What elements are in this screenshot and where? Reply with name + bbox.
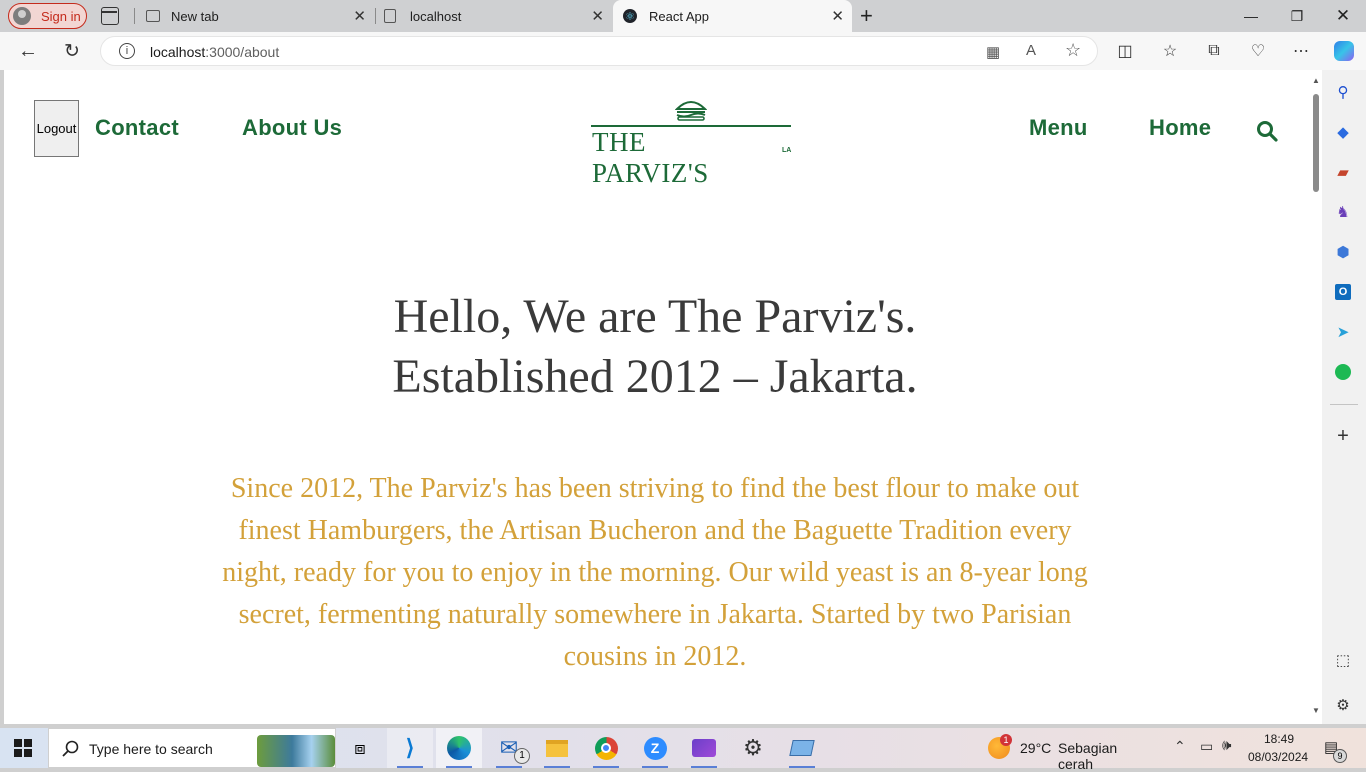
favorites-icon[interactable]: ☆ bbox=[1157, 38, 1183, 64]
page-icon bbox=[384, 9, 396, 23]
scroll-up-icon[interactable]: ▲ bbox=[1312, 76, 1320, 85]
close-tab-icon[interactable]: ✕ bbox=[353, 7, 366, 25]
browser-essentials-icon[interactable]: ♡ bbox=[1245, 38, 1271, 64]
refresh-icon[interactable]: ↻ bbox=[59, 38, 85, 64]
add-icon[interactable]: + bbox=[1333, 425, 1353, 447]
page-icon bbox=[146, 10, 160, 22]
edge-icon[interactable] bbox=[436, 728, 482, 768]
file-explorer-icon[interactable] bbox=[534, 728, 580, 768]
scrollbar-thumb[interactable] bbox=[1313, 94, 1319, 192]
sign-in-label: Sign in bbox=[41, 8, 81, 24]
windows-taskbar: Type here to search ⧈ ⟩ ✉ 1 Z ⚙ 1 29°C S… bbox=[0, 728, 1366, 772]
site-info-icon[interactable]: i bbox=[119, 43, 135, 59]
sidebar-divider bbox=[1330, 404, 1358, 405]
games-icon[interactable]: ♞ bbox=[1333, 202, 1353, 222]
apps-icon[interactable]: ▦ bbox=[986, 43, 1000, 61]
favorite-star-icon[interactable]: ☆ bbox=[1065, 40, 1081, 61]
tab-title: localhost bbox=[410, 8, 462, 24]
new-tab-icon[interactable]: + bbox=[860, 3, 873, 29]
microsoft-365-icon[interactable]: ⬢ bbox=[1333, 242, 1353, 262]
logo-suffix: LA bbox=[782, 147, 792, 154]
url-host: localhost bbox=[150, 44, 206, 60]
url-path: :3000/about bbox=[205, 44, 280, 60]
restore-icon[interactable]: ❐ bbox=[1274, 0, 1320, 32]
story-paragraph: Since 2012, The Parviz's has been strivi… bbox=[222, 473, 1088, 672]
task-view-icon[interactable]: ⧈ bbox=[337, 728, 383, 768]
tab-title: React App bbox=[649, 8, 709, 24]
sign-in-button[interactable]: Sign in bbox=[8, 3, 87, 29]
copilot-icon[interactable] bbox=[1331, 38, 1357, 64]
nav-link-menu[interactable]: Menu bbox=[1029, 115, 1088, 141]
split-screen-icon[interactable]: ◫ bbox=[1112, 38, 1138, 64]
send-icon[interactable]: ➤ bbox=[1333, 322, 1353, 342]
weather-widget[interactable]: 1 29°C Sebagian cerah bbox=[986, 728, 1156, 772]
nav-link-about-us[interactable]: About Us bbox=[242, 115, 342, 141]
weather-badge: 1 bbox=[1000, 734, 1012, 746]
windows-start-icon[interactable] bbox=[0, 728, 46, 768]
logo-text: THE PARVIZ'S bbox=[592, 127, 709, 188]
more-options-icon[interactable]: ⋯ bbox=[1288, 38, 1314, 64]
mail-icon[interactable]: ✉ 1 bbox=[486, 728, 532, 768]
weather-temperature: 29°C bbox=[1020, 740, 1052, 756]
browser-sidebar: ⚲ ◆ ▰ ♞ ⬢ O ➤ + ⬚ ⚙ bbox=[1322, 70, 1366, 724]
volume-icon[interactable]: 🕪 bbox=[1222, 737, 1231, 754]
hero-heading-line-2: Established 2012 – Jakarta. bbox=[392, 350, 918, 403]
battery-icon[interactable]: ▭ bbox=[1200, 738, 1213, 755]
weather-description: Sebagian cerah bbox=[1058, 740, 1118, 772]
vscode-icon[interactable]: ⟩ bbox=[387, 728, 433, 768]
tab-localhost[interactable]: localhost ✕ bbox=[376, 0, 612, 32]
search-icon[interactable] bbox=[1256, 120, 1278, 142]
zoom-icon[interactable]: Z bbox=[632, 728, 678, 768]
show-hidden-icons-icon[interactable]: ⌃ bbox=[1174, 738, 1186, 755]
tab-new-tab[interactable]: New tab ✕ bbox=[136, 0, 374, 32]
browser-tab-strip: Sign in New tab ✕ localhost ✕ ⚛ React Ap… bbox=[0, 0, 1366, 32]
react-icon: ⚛ bbox=[623, 9, 637, 23]
settings-gear-icon[interactable]: ⚙ bbox=[730, 728, 776, 768]
clock-date[interactable]: 08/03/2024 bbox=[1248, 750, 1308, 764]
page-scrollbar[interactable]: ▲ ▼ bbox=[1310, 70, 1322, 724]
shopping-tag-icon[interactable]: ◆ bbox=[1333, 122, 1353, 142]
collections-icon[interactable]: ⧉ bbox=[1201, 38, 1227, 64]
close-tab-icon[interactable]: ✕ bbox=[591, 7, 604, 25]
search-placeholder: Type here to search bbox=[89, 741, 213, 757]
mail-badge: 1 bbox=[514, 748, 530, 764]
app-window-icon[interactable] bbox=[779, 728, 825, 768]
hero-heading-line-1: Hello, We are The Parviz's. bbox=[393, 290, 917, 343]
spotify-icon[interactable] bbox=[1333, 362, 1353, 382]
read-aloud-icon[interactable]: A bbox=[1026, 42, 1036, 59]
notification-count: 9 bbox=[1333, 749, 1347, 763]
scroll-down-icon[interactable]: ▼ bbox=[1312, 706, 1320, 715]
logout-button[interactable]: Logout bbox=[34, 100, 79, 157]
chrome-icon[interactable] bbox=[583, 728, 629, 768]
burger-icon bbox=[675, 101, 707, 121]
tools-icon[interactable]: ▰ bbox=[1333, 162, 1353, 182]
clock-time[interactable]: 18:49 bbox=[1264, 732, 1294, 746]
close-window-icon[interactable]: ✕ bbox=[1320, 0, 1366, 32]
taskbar-search-box[interactable]: Type here to search bbox=[48, 728, 336, 768]
browser-toolbar: ← ↻ i localhost:3000/about ▦ A ☆ ◫ ☆ ⧉ ♡… bbox=[0, 32, 1366, 70]
settings-gear-icon[interactable]: ⚙ bbox=[1333, 695, 1353, 715]
tab-actions-icon[interactable] bbox=[101, 7, 119, 25]
url-text: localhost:3000/about bbox=[150, 44, 279, 60]
tab-react-app[interactable]: ⚛ React App ✕ bbox=[613, 0, 852, 32]
outlook-icon[interactable]: O bbox=[1333, 282, 1353, 302]
close-tab-icon[interactable]: ✕ bbox=[831, 7, 844, 25]
minimize-icon[interactable]: — bbox=[1228, 0, 1274, 32]
profile-avatar-icon bbox=[13, 7, 31, 25]
search-icon[interactable]: ⚲ bbox=[1333, 82, 1353, 102]
back-icon[interactable]: ← bbox=[15, 38, 41, 64]
screenshot-icon[interactable]: ⬚ bbox=[1333, 650, 1353, 670]
address-bar[interactable]: i localhost:3000/about ▦ A ☆ bbox=[100, 36, 1098, 66]
search-highlight-image bbox=[257, 735, 335, 767]
nav-link-home[interactable]: Home bbox=[1149, 115, 1211, 141]
tab-title: New tab bbox=[171, 8, 219, 24]
clipchamp-icon[interactable] bbox=[681, 728, 727, 768]
search-icon bbox=[62, 740, 79, 757]
nav-link-contact[interactable]: Contact bbox=[95, 115, 179, 141]
page-viewport: Logout Contact About Us THE PARVIZ'S LA … bbox=[4, 70, 1322, 724]
